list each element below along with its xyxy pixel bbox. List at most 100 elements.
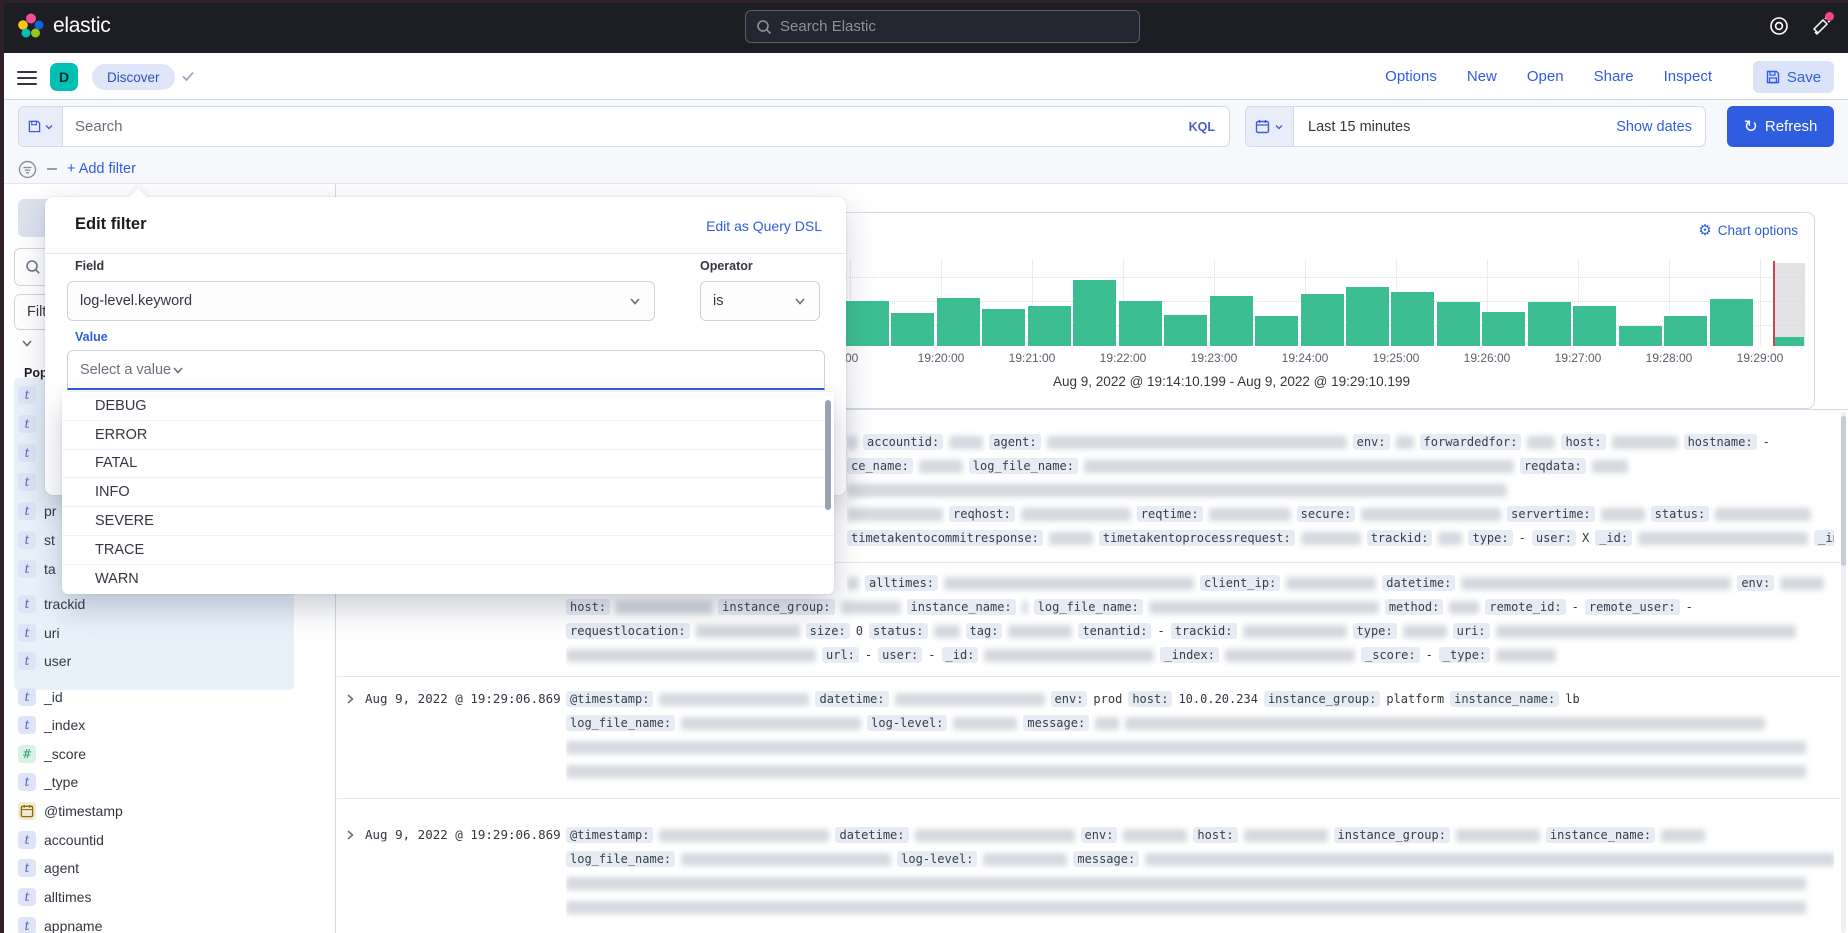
histogram-bar[interactable] xyxy=(1301,294,1344,346)
app-navbar: D Discover Options New Open Share Inspect Sa… xyxy=(0,53,1848,100)
histogram-bar[interactable] xyxy=(1210,296,1253,346)
field-item-agent[interactable]: tagent xyxy=(18,854,294,882)
table-scrollbar-thumb[interactable] xyxy=(1841,416,1846,566)
notification-dot xyxy=(1825,12,1834,21)
value-option-info[interactable]: INFO xyxy=(62,478,834,507)
text-type-icon: t xyxy=(18,716,36,734)
global-header: elastic Search Elastic xyxy=(0,0,1848,53)
kql-toggle[interactable]: KQL xyxy=(1175,120,1229,134)
add-filter-link[interactable]: + Add filter xyxy=(67,161,136,177)
value-option-error[interactable]: ERROR xyxy=(62,421,834,450)
save-button-label: Save xyxy=(1787,69,1821,86)
field-item-user[interactable]: tuser xyxy=(18,647,294,675)
announcements-icon[interactable] xyxy=(1810,15,1832,37)
time-range-value[interactable]: Last 15 minutes xyxy=(1294,119,1616,135)
field-name-chip: env: xyxy=(1081,827,1118,843)
field-name-chip: status: xyxy=(869,623,928,639)
histogram-bar[interactable] xyxy=(937,298,980,346)
histogram-bar[interactable] xyxy=(1073,280,1116,346)
global-search-input[interactable]: Search Elastic xyxy=(745,10,1140,43)
operator-select[interactable]: is xyxy=(700,281,820,321)
document-line: accountid:agent:env:forwardedfor:host:ho… xyxy=(847,430,1834,454)
field-item-uri[interactable]: turi xyxy=(18,619,294,647)
redacted-value xyxy=(1301,532,1361,545)
menu-icon[interactable] xyxy=(17,67,37,89)
navbar-link-open[interactable]: Open xyxy=(1527,68,1564,85)
histogram-bar[interactable] xyxy=(1255,316,1298,346)
field-name-chip: instance_group: xyxy=(1334,827,1450,843)
histogram-bar[interactable] xyxy=(1028,306,1071,346)
histogram-bar[interactable] xyxy=(1346,287,1389,346)
histogram-bar[interactable] xyxy=(846,301,889,346)
field-name-chip: reqdata: xyxy=(1520,458,1586,474)
field-item-accountid[interactable]: taccountid xyxy=(18,826,294,854)
app-badge[interactable]: D xyxy=(50,63,78,91)
saved-query-menu-button[interactable] xyxy=(19,107,63,146)
navbar-link-new[interactable]: New xyxy=(1467,68,1497,85)
chart-options-button[interactable]: ⚙ Chart options xyxy=(1698,223,1798,238)
row-timestamp: Aug 9, 2022 @ 19:29:06.869 xyxy=(365,691,561,706)
field-name-chip: tenantid: xyxy=(1078,623,1151,639)
edit-as-query-dsl-link[interactable]: Edit as Query DSL xyxy=(706,218,822,234)
field-item-_index[interactable]: t_index xyxy=(18,711,294,739)
help-icon[interactable] xyxy=(1768,15,1790,37)
histogram-bar[interactable] xyxy=(1710,299,1753,346)
histogram-bar[interactable] xyxy=(1573,306,1616,346)
field-name-chip: ce_name: xyxy=(847,458,913,474)
refresh-button[interactable]: ↻ Refresh xyxy=(1727,106,1834,147)
query-search-input[interactable]: Search xyxy=(63,118,1175,135)
histogram-bar[interactable] xyxy=(1391,292,1434,346)
histogram-bar-partial[interactable] xyxy=(1774,337,1804,346)
redacted-value xyxy=(919,460,963,473)
chevron-down-icon[interactable] xyxy=(20,336,34,350)
field-item-appname[interactable]: tappname xyxy=(18,912,294,933)
redacted-value xyxy=(984,649,1154,662)
document-line xyxy=(847,478,1834,502)
table-row: Aug 9, 2022 @ 19:29:06.869@timestamp:dat… xyxy=(337,677,1840,799)
redacted-value xyxy=(681,853,891,866)
navbar-link-share[interactable]: Share xyxy=(1594,68,1634,85)
show-dates-link[interactable]: Show dates xyxy=(1616,119,1705,135)
histogram-bar[interactable] xyxy=(1664,316,1707,346)
expand-row-icon[interactable] xyxy=(343,692,357,706)
text-type-icon: t xyxy=(18,595,36,613)
histogram-bar[interactable] xyxy=(1482,312,1525,346)
value-option-debug[interactable]: DEBUG xyxy=(62,392,834,421)
text-type-icon: t xyxy=(18,624,36,642)
filter-list-icon[interactable] xyxy=(18,160,37,179)
field-name-chip: host: xyxy=(1193,827,1237,843)
screen-edge-left xyxy=(0,0,4,933)
histogram-bar[interactable] xyxy=(1528,302,1571,346)
dropdown-scrollbar-thumb[interactable] xyxy=(825,400,831,510)
text-type-icon: t xyxy=(18,917,36,933)
value-option-severe[interactable]: SEVERE xyxy=(62,507,834,536)
field-name-chip: user: xyxy=(878,647,922,663)
field-item-label: _score xyxy=(44,746,86,762)
histogram-bar[interactable] xyxy=(1119,301,1162,346)
expand-row-icon[interactable] xyxy=(343,828,357,842)
value-option-fatal[interactable]: FATAL xyxy=(62,450,834,479)
navbar-link-options[interactable]: Options xyxy=(1385,68,1437,85)
date-quick-select-button[interactable] xyxy=(1246,107,1294,146)
value-option-trace[interactable]: TRACE xyxy=(62,536,834,565)
field-item-_type[interactable]: t_type xyxy=(18,768,294,796)
breadcrumb[interactable]: Discover xyxy=(92,64,175,90)
histogram-bar[interactable] xyxy=(982,309,1025,346)
save-button[interactable]: Save xyxy=(1753,61,1834,93)
field-select[interactable]: log-level.keyword xyxy=(67,281,655,321)
field-item-alltimes[interactable]: talltimes xyxy=(18,883,294,911)
field-value: - xyxy=(928,648,935,662)
field-item-@timestamp[interactable]: @timestamp xyxy=(18,797,294,825)
field-item-trackid[interactable]: ttrackid xyxy=(18,590,294,618)
save-icon xyxy=(1766,70,1780,84)
histogram-bar[interactable] xyxy=(1164,315,1207,346)
histogram-bar[interactable] xyxy=(1437,302,1480,346)
field-item-_score[interactable]: #_score xyxy=(18,740,294,768)
field-value: 0 xyxy=(856,624,863,638)
field-item-_id[interactable]: t_id xyxy=(18,683,294,711)
histogram-bar[interactable] xyxy=(891,313,934,346)
histogram-bar[interactable] xyxy=(1619,326,1662,346)
value-combobox[interactable]: Select a value xyxy=(67,350,825,390)
value-option-warn[interactable]: WARN xyxy=(62,565,834,594)
navbar-link-inspect[interactable]: Inspect xyxy=(1664,68,1712,85)
